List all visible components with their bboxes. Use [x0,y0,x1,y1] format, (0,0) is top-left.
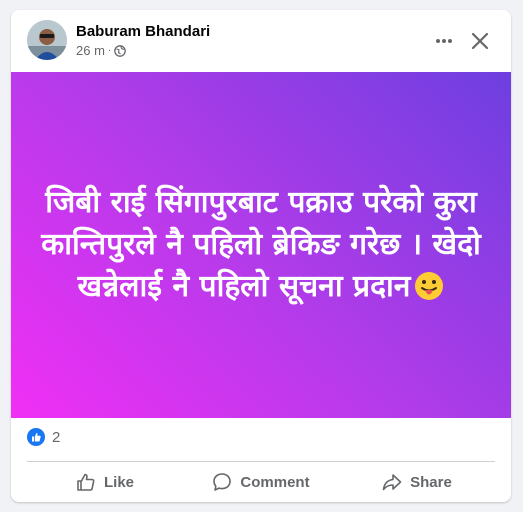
share-icon [382,474,402,491]
author-name[interactable]: Baburam Bhandari [76,23,210,40]
post-content: जिबी राई सिंगापुरबाट पक्राउ परेको कुरा क… [39,182,483,308]
post-header: Baburam Bhandari 26 m · [11,10,511,72]
close-icon [471,32,489,50]
more-options-icon [436,39,452,43]
globe-icon [114,44,127,57]
like-button[interactable]: Like [27,465,183,499]
close-button[interactable] [463,24,497,58]
share-label: Share [410,473,452,491]
like-label: Like [103,473,134,491]
comment-button[interactable]: Comment [183,465,339,499]
post-time[interactable]: 26 m [76,43,105,58]
post-background-media[interactable]: जिबी राई सिंगापुरबाट पक्राउ परेको कुरा क… [11,72,511,418]
comment-icon [213,473,232,491]
actions-divider [27,461,495,462]
thumbs-up-icon [32,433,41,442]
like-icon [77,473,95,491]
post-card: Baburam Bhandari 26 m · जिबी राई सिंगापु… [11,10,511,502]
post-actions: Like Comment Share [27,465,495,499]
author-avatar[interactable] [27,20,67,60]
more-options-button[interactable] [427,24,461,58]
like-reaction-icon [27,428,45,446]
reaction-count[interactable]: 2 [52,429,60,446]
tongue-out-emoji [415,272,444,300]
meta-separator: · [107,45,112,56]
avatar-image [27,20,67,60]
share-button[interactable]: Share [339,465,495,499]
reactions-summary[interactable]: 2 [27,428,60,446]
comment-label: Comment [240,473,310,491]
post-meta: 26 m · [76,43,127,58]
